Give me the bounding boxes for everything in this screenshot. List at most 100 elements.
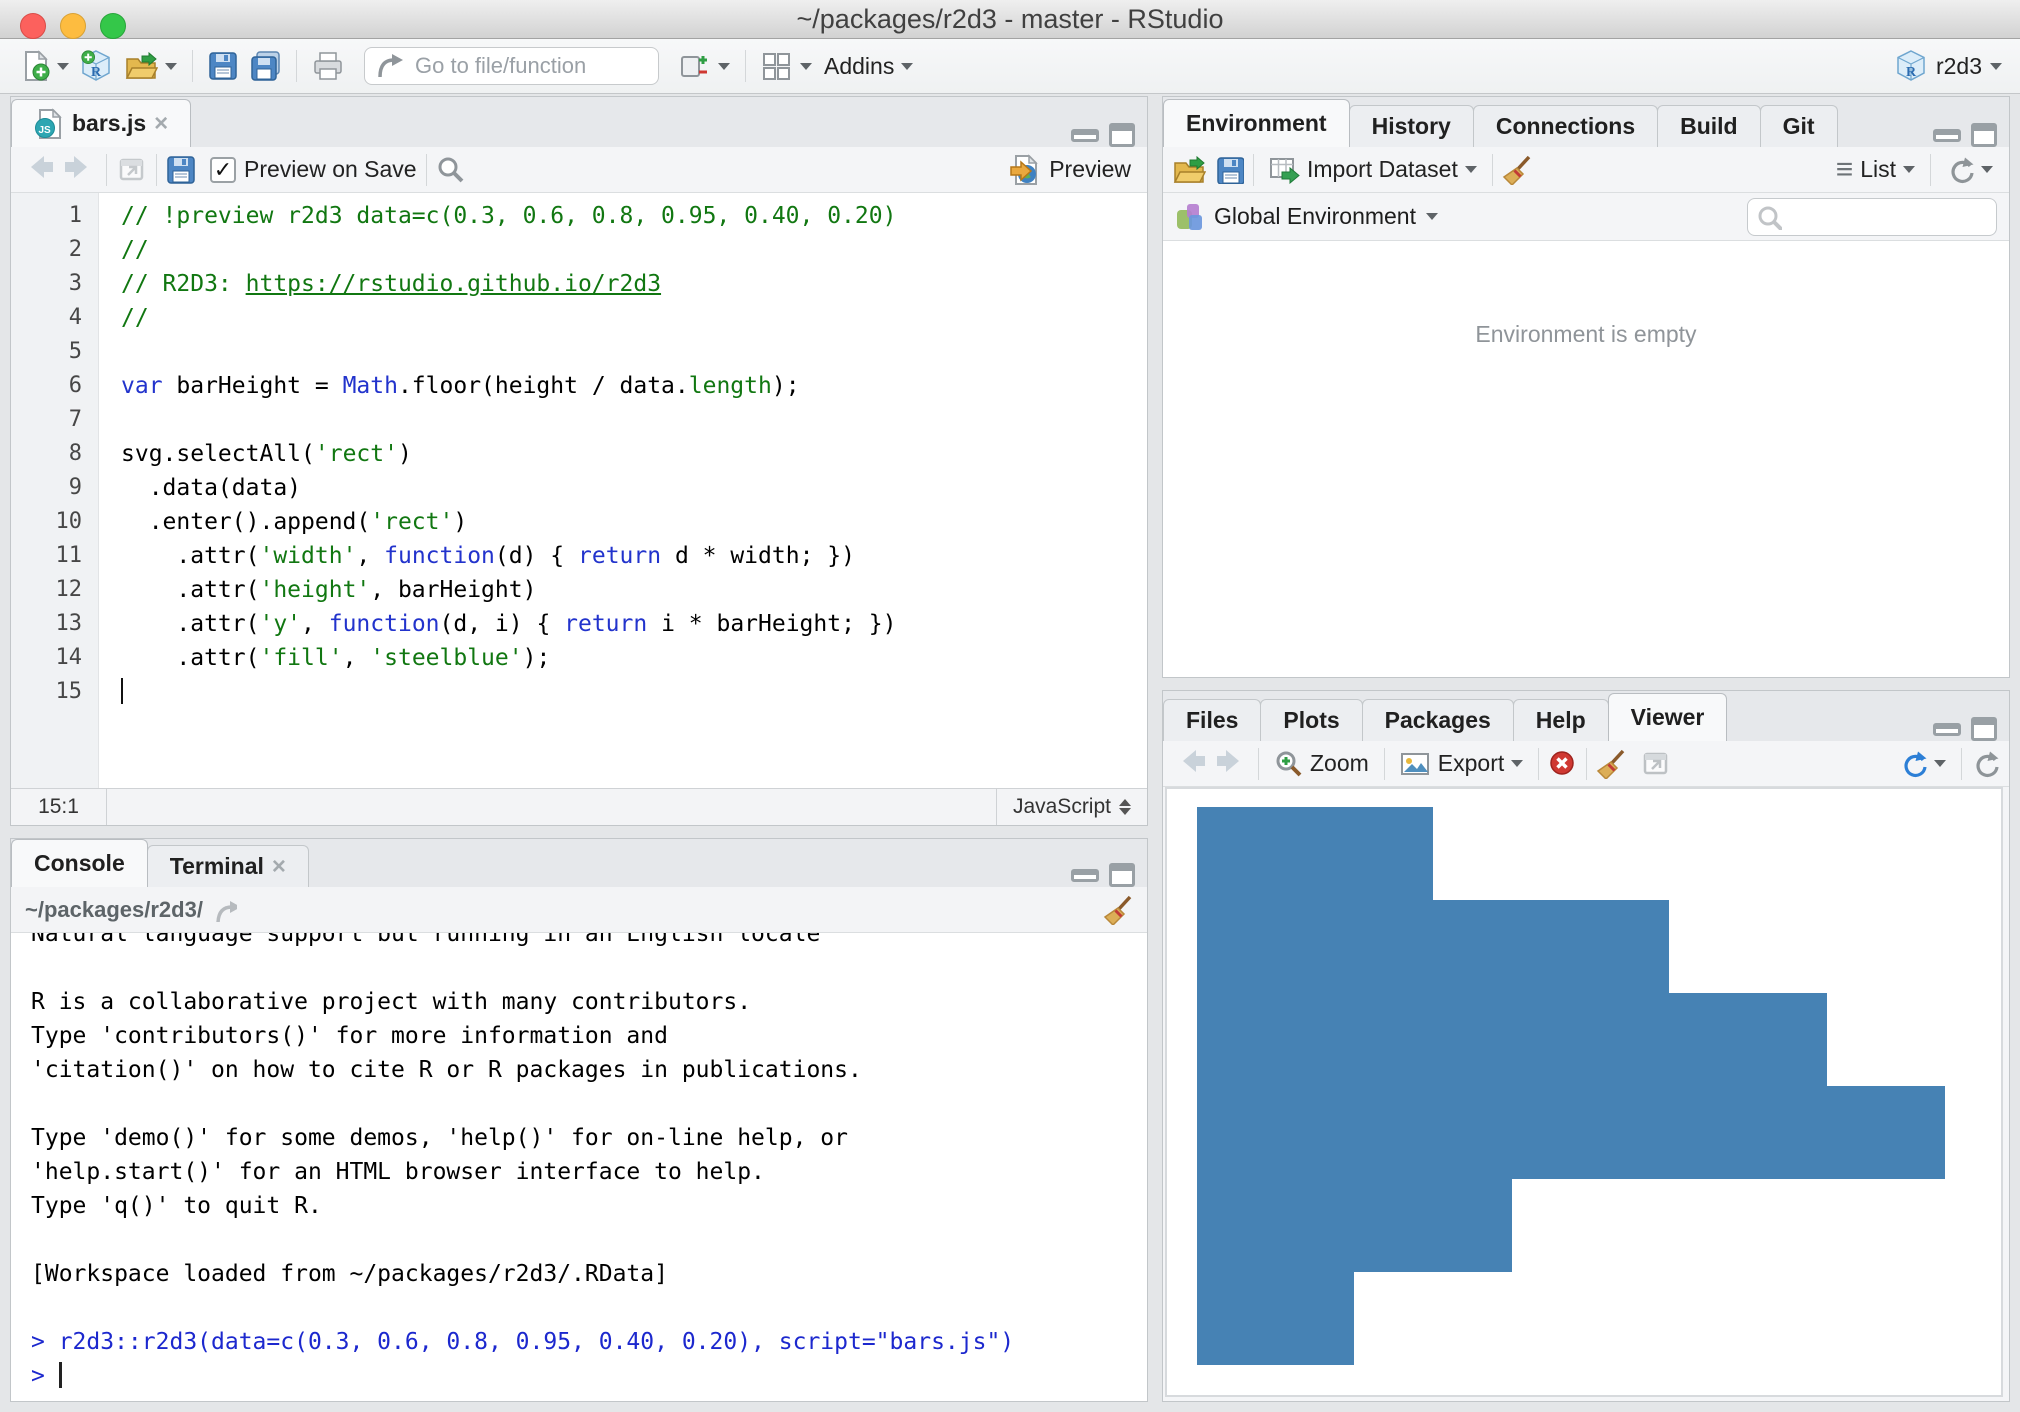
popout-icon[interactable]: [116, 153, 147, 186]
text-cursor: [121, 678, 123, 704]
refresh-environment-button[interactable]: [1940, 149, 1999, 191]
tab-packages[interactable]: Packages: [1362, 699, 1514, 741]
open-file-button[interactable]: [119, 45, 183, 87]
new-project-button[interactable]: [75, 45, 119, 87]
console-line: > r2d3::r2d3(data=c(0.3, 0.6, 0.8, 0.95,…: [31, 1325, 1147, 1359]
console-line: Natural language support but running in …: [31, 933, 1147, 951]
popout-icon[interactable]: [1640, 747, 1671, 780]
load-workspace-icon[interactable]: [1173, 156, 1206, 184]
version-control-button[interactable]: [673, 45, 736, 87]
tab-viewer[interactable]: Viewer: [1608, 693, 1728, 741]
tab-connections[interactable]: Connections: [1473, 105, 1658, 147]
remove-viewer-item-icon[interactable]: [1548, 749, 1577, 778]
forward-icon[interactable]: [63, 152, 93, 188]
open-folder-icon: [125, 52, 158, 80]
minimize-pane-icon[interactable]: [1071, 869, 1099, 882]
goto-directory-icon[interactable]: [213, 898, 237, 922]
code-text[interactable]: // !preview r2d3 data=c(0.3, 0.6, 0.8, 0…: [100, 193, 1147, 789]
print-button[interactable]: [306, 45, 350, 87]
list-view-button[interactable]: ≡ List: [1830, 149, 1921, 191]
export-button[interactable]: Export: [1394, 743, 1529, 785]
back-icon[interactable]: [1177, 746, 1207, 781]
language-selector[interactable]: JavaScript: [996, 789, 1147, 825]
environment-search-box[interactable]: [1747, 198, 1997, 236]
tab-help[interactable]: Help: [1513, 699, 1609, 741]
clear-viewer-icon[interactable]: [1596, 749, 1626, 779]
toolbar-separator: [745, 50, 746, 82]
toolbar-separator: [1538, 748, 1539, 780]
tab-history[interactable]: History: [1349, 105, 1474, 147]
console-output[interactable]: Natural language support but running in …: [11, 933, 1147, 1401]
cursor-position[interactable]: 15:1: [11, 789, 107, 825]
maximize-pane-icon[interactable]: [1971, 123, 1997, 147]
code-line: .attr('width', function(d) { return d * …: [121, 539, 1147, 573]
addins-button[interactable]: Addins: [818, 45, 919, 87]
toolbar-separator: [1258, 748, 1259, 780]
line-number: 9: [11, 471, 98, 505]
save-workspace-icon[interactable]: [1216, 156, 1244, 184]
console-line: Type 'contributors()' for more informati…: [31, 1019, 1147, 1053]
environment-empty-message: Environment is empty: [1163, 321, 2009, 348]
code-line: .attr('height', barHeight): [121, 573, 1147, 607]
close-icon[interactable]: ×: [272, 855, 286, 879]
line-number: 3: [11, 267, 98, 301]
preview-on-save-checkbox[interactable]: ✓: [210, 157, 236, 183]
publish-button[interactable]: [1893, 743, 1952, 785]
maximize-pane-icon[interactable]: [1109, 863, 1135, 887]
environment-pane: Environment History Connections Build Gi…: [1162, 96, 2010, 678]
editor-toolbar: ✓ Preview on Save Preview: [11, 147, 1147, 193]
toolbar-separator: [192, 50, 193, 82]
search-icon: [1756, 204, 1782, 230]
save-all-button[interactable]: [244, 45, 287, 87]
d3-bar-chart: [1197, 807, 1945, 1365]
goto-file-box[interactable]: [364, 47, 659, 85]
minimize-pane-icon[interactable]: [1933, 129, 1961, 142]
project-name: r2d3: [1936, 53, 1982, 80]
save-button[interactable]: [202, 45, 244, 87]
minimize-pane-icon[interactable]: [1071, 129, 1099, 142]
zoom-button[interactable]: Zoom: [1268, 743, 1375, 785]
console-line: [31, 1087, 1147, 1121]
import-dataset-button[interactable]: Import Dataset: [1263, 149, 1483, 191]
find-replace-icon[interactable]: [436, 155, 466, 185]
tab-terminal[interactable]: Terminal ×: [147, 845, 309, 887]
maximize-pane-icon[interactable]: [1971, 717, 1997, 741]
minimize-pane-icon[interactable]: [1933, 723, 1961, 736]
tab-files[interactable]: Files: [1163, 699, 1261, 741]
tab-label: Viewer: [1631, 704, 1705, 731]
chevron-down-icon[interactable]: [1426, 213, 1438, 220]
tab-environment[interactable]: Environment: [1163, 99, 1350, 147]
code-editor[interactable]: 123456789101112131415 // !preview r2d3 d…: [11, 193, 1147, 789]
close-icon[interactable]: ×: [154, 112, 168, 136]
maximize-pane-icon[interactable]: [1109, 123, 1135, 147]
goto-file-input[interactable]: [413, 52, 637, 80]
tab-build[interactable]: Build: [1657, 105, 1761, 147]
tab-console[interactable]: Console: [11, 839, 148, 887]
project-menu-button[interactable]: r2d3: [1890, 45, 2006, 87]
clear-console-icon[interactable]: [1103, 895, 1133, 925]
clear-environment-icon[interactable]: [1502, 155, 1532, 185]
environment-search-input[interactable]: [1788, 204, 1982, 230]
save-icon[interactable]: [166, 155, 196, 185]
tab-git[interactable]: Git: [1760, 105, 1838, 147]
zoom-icon: [1274, 749, 1303, 778]
back-icon[interactable]: [25, 152, 55, 188]
refresh-viewer-icon[interactable]: [1971, 750, 1999, 778]
new-file-button[interactable]: [14, 45, 75, 87]
toolbar-separator: [1384, 748, 1385, 780]
line-number: 1: [11, 199, 98, 233]
tab-plots[interactable]: Plots: [1260, 699, 1362, 741]
tab-label: Console: [34, 850, 125, 877]
workspace-panes-button[interactable]: [755, 45, 818, 87]
tab-bars-js[interactable]: bars.js ×: [11, 99, 191, 147]
chevron-down-icon: [1903, 166, 1915, 173]
text-cursor: [59, 1362, 62, 1388]
preview-button[interactable]: Preview: [1004, 149, 1137, 191]
toolbar-separator: [1930, 154, 1931, 186]
chevron-down-icon: [1465, 166, 1477, 173]
bar: [1197, 993, 1827, 1086]
source-editor-pane: bars.js × ✓ Preview on Save Preview: [10, 96, 1148, 826]
environment-tabstrip: Environment History Connections Build Gi…: [1163, 97, 2009, 148]
forward-icon[interactable]: [1215, 746, 1245, 781]
working-directory: ~/packages/r2d3/: [25, 897, 203, 923]
